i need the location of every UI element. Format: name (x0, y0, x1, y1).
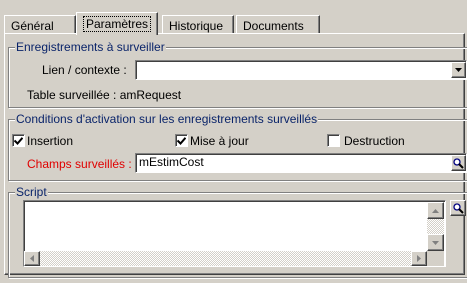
tab-documents-label: Documents (243, 19, 304, 33)
group-conditions-legend: Conditions d'activation sur les enregist… (15, 112, 319, 126)
watched-fields-input[interactable]: mEstimCost (135, 153, 467, 173)
tab-historique[interactable]: Historique (162, 15, 234, 34)
chevron-down-icon (455, 68, 462, 72)
script-browse-button[interactable] (450, 200, 466, 216)
link-context-label: Lien / contexte : (42, 63, 127, 77)
checkmark-icon (14, 136, 23, 145)
tab-historique-label: Historique (169, 19, 224, 33)
checkmark-icon (177, 136, 186, 145)
destruction-label: Destruction (344, 134, 405, 148)
tab-general[interactable]: Général (4, 15, 76, 34)
scroll-right-button[interactable] (411, 251, 427, 266)
insertion-label: Insertion (27, 134, 74, 148)
scroll-left-button[interactable] (24, 251, 40, 266)
magnifier-icon (452, 202, 464, 214)
arrow-left-icon (30, 255, 34, 262)
vertical-scrollbar-track[interactable] (427, 218, 444, 235)
magnifier-icon (453, 157, 464, 169)
destruction-checkbox[interactable] (327, 134, 340, 147)
update-label: Mise à jour (190, 134, 249, 148)
arrow-down-icon (432, 240, 439, 245)
insertion-checkbox[interactable] (12, 134, 25, 147)
tab-documents[interactable]: Documents (236, 15, 320, 34)
scrollbar-corner (427, 251, 444, 266)
scroll-up-button[interactable] (427, 202, 444, 219)
group-records-legend: Enregistrements à surveiller (15, 40, 166, 54)
watched-fields-value: mEstimCost (139, 155, 204, 169)
group-script-legend: Script (15, 185, 48, 199)
tab-parametres-label: Paramètres (83, 16, 152, 32)
dropdown-button[interactable] (451, 62, 466, 78)
scroll-down-button[interactable] (427, 234, 444, 251)
tab-parametres[interactable]: Paramètres (76, 12, 158, 35)
tab-strip: Général Paramètres Historique Documents (4, 12, 467, 35)
arrow-right-icon (417, 255, 421, 262)
watched-fields-browse-button[interactable] (451, 155, 466, 171)
watched-table-text: Table surveillée : amRequest (27, 88, 182, 102)
update-checkbox[interactable] (175, 134, 188, 147)
link-context-select[interactable] (135, 60, 467, 80)
tab-general-label: Général (11, 19, 54, 33)
watched-fields-label: Champs surveillés : (27, 157, 132, 171)
arrow-up-icon (432, 208, 439, 213)
horizontal-scrollbar-track[interactable] (40, 251, 411, 266)
